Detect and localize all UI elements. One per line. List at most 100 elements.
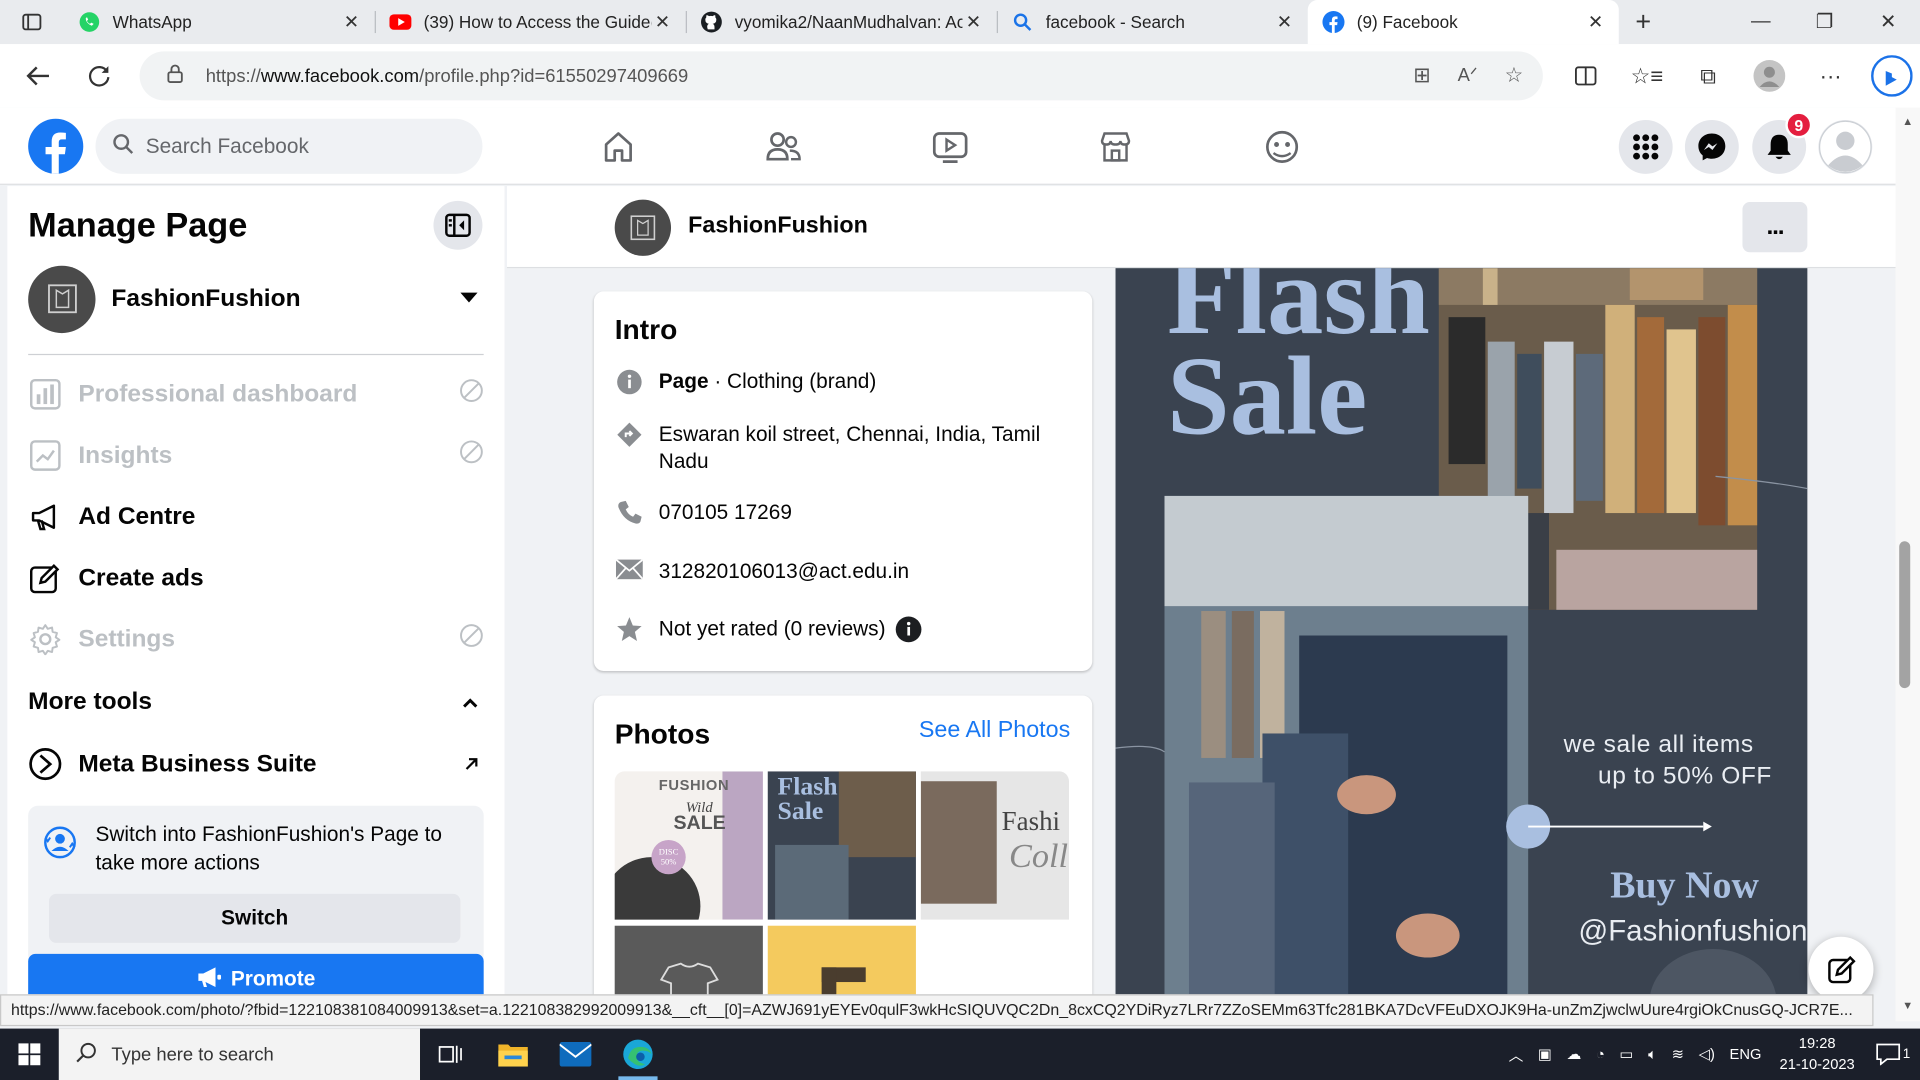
read-aloud-icon[interactable]: Aᐟ xyxy=(1458,64,1478,88)
sidebar-item-professional-dashboard[interactable]: Professional dashboard xyxy=(28,370,484,419)
photo-thumbnail[interactable]: FUSHION Wild SALE DISC 50% xyxy=(614,771,763,920)
status-url-tooltip: https://www.facebook.com/photo/?fbid=122… xyxy=(0,994,1874,1027)
tab-actions-button[interactable] xyxy=(0,0,64,44)
close-window-button[interactable]: ✕ xyxy=(1856,0,1920,44)
favorites-icon[interactable]: ☆≡ xyxy=(1616,63,1677,89)
facebook-icon xyxy=(1322,11,1345,34)
collapse-sidebar-button[interactable] xyxy=(433,200,483,250)
tab-title: WhatsApp xyxy=(112,12,192,32)
tab-whatsapp[interactable]: WhatsApp ✕ xyxy=(64,0,375,44)
switch-profile-card: Switch into FashionFushion's Page to tak… xyxy=(28,805,484,965)
page-scrollbar[interactable]: ▲ ▼ xyxy=(1895,107,1920,1022)
tab-facebook-search[interactable]: facebook - Search ✕ xyxy=(996,0,1308,44)
disabled-icon xyxy=(459,378,483,410)
sidebar-item-settings[interactable]: Settings xyxy=(28,615,484,664)
notification-count: 1 xyxy=(1902,1046,1911,1062)
more-options-button[interactable]: ... xyxy=(1742,202,1808,253)
file-explorer-taskbar[interactable] xyxy=(484,1029,543,1080)
refresh-button[interactable] xyxy=(69,44,130,108)
windows-logo-icon xyxy=(18,1043,41,1066)
mail-taskbar[interactable] xyxy=(546,1029,605,1080)
info-icon[interactable] xyxy=(895,616,922,650)
task-view-button[interactable] xyxy=(421,1029,480,1080)
address-text: Eswaran koil street, Chennai, India, Tam… xyxy=(658,422,1041,473)
page-selector[interactable]: FashionFushion xyxy=(28,264,484,333)
collections-icon[interactable]: ⧉ xyxy=(1678,63,1739,89)
new-message-button[interactable] xyxy=(1808,936,1874,1002)
close-icon[interactable]: ✕ xyxy=(651,11,673,33)
sidebar-item-label: Settings xyxy=(78,625,175,653)
chevron-up-icon[interactable]: ︿ xyxy=(1509,1044,1524,1065)
more-options-icon[interactable]: ··· xyxy=(1800,63,1861,89)
account-avatar[interactable] xyxy=(1818,120,1873,174)
restore-button[interactable]: ❐ xyxy=(1793,0,1857,44)
tab-title: (39) How to Access the Guided xyxy=(423,12,652,32)
switch-profile-text: Switch into FashionFushion's Page to tak… xyxy=(95,822,443,875)
page-avatar[interactable] xyxy=(614,199,672,256)
start-button[interactable] xyxy=(0,1029,59,1080)
new-tab-button[interactable]: + xyxy=(1619,0,1668,44)
meet-now-icon[interactable]: ▣ xyxy=(1538,1046,1552,1063)
photo-thumbnail[interactable]: Fashi Coll xyxy=(920,771,1069,920)
split-screen-icon[interactable] xyxy=(1555,66,1616,86)
tab-github[interactable]: vyomika2/NaanMudhalvan: Ac ✕ xyxy=(685,0,997,44)
chevron-up-icon xyxy=(462,688,479,716)
disabled-icon xyxy=(459,623,483,655)
close-icon[interactable]: ✕ xyxy=(340,11,362,33)
sidebar-item-insights[interactable]: Insights xyxy=(28,431,484,480)
notifications-button[interactable]: 9 xyxy=(1752,111,1813,174)
profile-avatar[interactable] xyxy=(1739,60,1800,92)
cloud-icon[interactable]: ☁ xyxy=(1567,1046,1582,1063)
sidebar-item-ad-centre[interactable]: Ad Centre xyxy=(28,492,484,541)
edge-taskbar[interactable] xyxy=(609,1029,668,1080)
sidebar-item-meta-business-suite[interactable]: Meta Business Suite xyxy=(28,740,484,789)
scroll-down-arrow-icon[interactable]: ▼ xyxy=(1896,999,1920,1011)
url-input[interactable]: https://www.facebook.com/profile.php?id=… xyxy=(139,51,1543,101)
scroll-up-arrow-icon[interactable]: ▲ xyxy=(1896,115,1920,127)
network-wifi-icon[interactable]: ◔ xyxy=(1596,1046,1605,1063)
see-all-photos-link[interactable]: See All Photos xyxy=(919,718,1070,745)
sidebar-item-create-ads[interactable]: Create ads xyxy=(28,553,484,602)
intro-email: 312820106013@act.edu.in xyxy=(615,558,1068,585)
edit-icon xyxy=(28,561,62,595)
clock[interactable]: 19:28 21-10-2023 xyxy=(1773,1033,1861,1075)
more-tools-toggle[interactable]: More tools xyxy=(28,688,484,716)
wifi-icon[interactable]: ≋ xyxy=(1672,1046,1684,1063)
language-indicator[interactable]: ENG xyxy=(1730,1046,1762,1063)
facebook-search-input[interactable]: Search Facebook xyxy=(95,118,483,174)
promote-button[interactable]: Promote xyxy=(28,953,484,995)
facebook-logo-icon[interactable] xyxy=(28,118,84,174)
nav-watch[interactable] xyxy=(883,108,1018,185)
nav-home[interactable] xyxy=(551,108,686,185)
messenger-button[interactable] xyxy=(1684,120,1739,174)
close-icon[interactable]: ✕ xyxy=(962,11,984,33)
photo-thumbnail[interactable]: Flash Sale xyxy=(767,771,916,920)
cover-photo[interactable]: Flash Sale we sale all items up to 50% O… xyxy=(1115,268,1808,995)
notification-center-button[interactable]: 1 xyxy=(1866,1029,1920,1080)
tab-facebook[interactable]: (9) Facebook ✕ xyxy=(1307,0,1619,45)
facebook-header: Search Facebook 9 xyxy=(0,107,1896,185)
close-icon[interactable]: ✕ xyxy=(1273,11,1295,33)
taskbar-search-input[interactable]: Type here to search xyxy=(58,1028,421,1080)
divider xyxy=(28,353,484,356)
address-bar: https://www.facebook.com/profile.php?id=… xyxy=(0,44,1920,108)
back-button[interactable] xyxy=(7,44,68,108)
switch-button[interactable]: Switch xyxy=(48,893,461,943)
nav-marketplace[interactable] xyxy=(1048,108,1183,185)
tab-youtube[interactable]: (39) How to Access the Guided ✕ xyxy=(374,0,686,44)
menu-button[interactable] xyxy=(1618,120,1673,174)
speaker-icon[interactable]: 🔈︎ xyxy=(1648,1045,1657,1063)
favorite-star-icon[interactable]: ☆ xyxy=(1505,64,1524,88)
minimize-button[interactable]: — xyxy=(1729,0,1793,44)
sidebar-item-label: Meta Business Suite xyxy=(78,750,317,777)
battery-icon[interactable]: ▭ xyxy=(1620,1046,1634,1063)
app-available-icon[interactable]: ⊞ xyxy=(1413,64,1430,88)
nav-gaming[interactable] xyxy=(1215,108,1350,185)
nav-friends[interactable] xyxy=(716,108,851,185)
scrollbar-thumb[interactable] xyxy=(1899,541,1911,689)
intro-category: Page · Clothing (brand) xyxy=(615,369,1068,396)
bing-copilot-icon[interactable] xyxy=(1861,55,1920,97)
page-title[interactable]: FashionFushion xyxy=(688,213,868,240)
volume-icon[interactable]: ◁) xyxy=(1699,1046,1715,1063)
close-icon[interactable]: ✕ xyxy=(1585,11,1607,33)
